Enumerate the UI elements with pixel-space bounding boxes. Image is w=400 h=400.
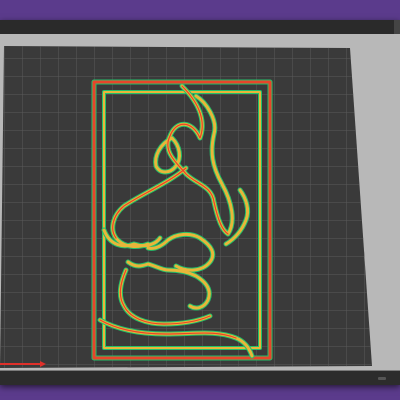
resize-grip-icon[interactable]: [378, 377, 386, 380]
3d-viewport[interactable]: [0, 34, 400, 385]
print-bed-grid: [0, 46, 372, 368]
window-controls[interactable]: [394, 20, 400, 34]
print-bed-scene[interactable]: [0, 34, 400, 385]
window-titlebar[interactable]: [0, 20, 400, 35]
status-bar: [0, 371, 400, 385]
slicer-window: [0, 20, 400, 385]
